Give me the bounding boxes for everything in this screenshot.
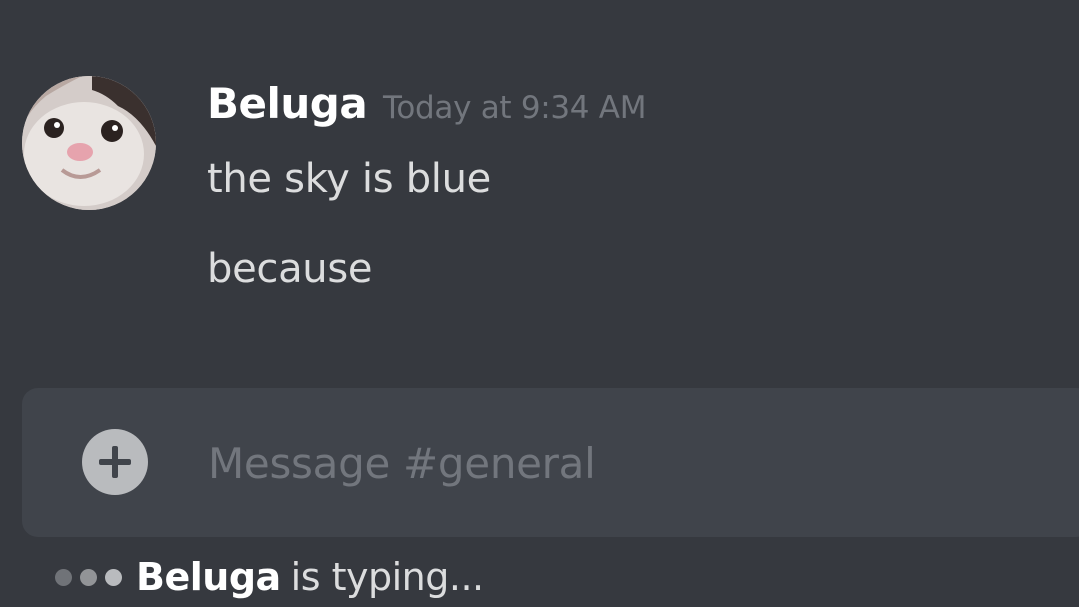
beluga-cat-avatar-icon: [22, 76, 156, 210]
typing-indicator: Beluga is typing...: [55, 552, 484, 602]
user-avatar[interactable]: [22, 76, 156, 210]
message-input[interactable]: [206, 432, 1030, 494]
chat-view: Beluga Today at 9:34 AM the sky is blue …: [0, 0, 1079, 607]
message-text: because: [207, 246, 373, 292]
message-timestamp: Today at 9:34 AM: [383, 90, 647, 126]
message-composer: [22, 388, 1079, 537]
typing-dot: [105, 568, 122, 586]
attach-button[interactable]: [82, 429, 148, 495]
message-group: Beluga Today at 9:34 AM the sky is blue …: [0, 0, 1079, 380]
message-text: the sky is blue: [207, 156, 491, 202]
typing-dot: [55, 568, 72, 586]
typing-dots-icon: [55, 568, 122, 586]
typing-dot: [80, 568, 97, 586]
message-username[interactable]: Beluga: [207, 78, 368, 130]
typing-text: is typing...: [290, 555, 484, 599]
plus-circle-icon: [99, 446, 131, 478]
typing-username: Beluga: [136, 555, 281, 599]
